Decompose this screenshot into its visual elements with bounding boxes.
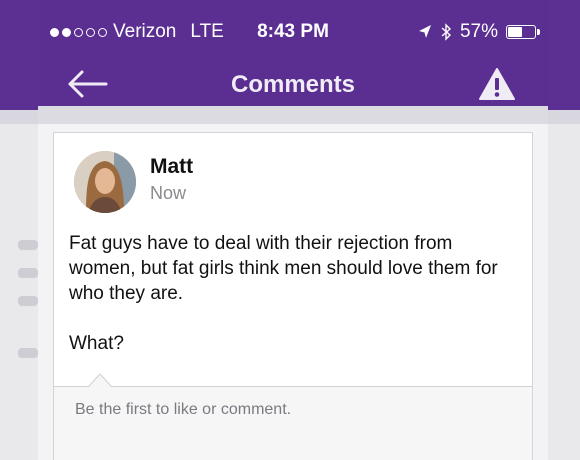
warning-icon <box>479 68 515 100</box>
post-card: Matt Now Fat guys have to deal with thei… <box>53 132 533 460</box>
comment-pointer-caret <box>88 373 112 388</box>
comments-section <box>54 387 532 460</box>
status-indicators: 57% <box>418 21 540 43</box>
page-title: Comments <box>230 71 356 98</box>
location-arrow-icon <box>418 25 431 38</box>
battery-nub <box>537 29 540 35</box>
author-name[interactable]: Matt <box>150 155 193 179</box>
battery-icon <box>506 25 540 39</box>
post-text-paragraph: What? <box>69 333 124 354</box>
avatar[interactable] <box>74 151 136 213</box>
report-button[interactable] <box>478 66 516 102</box>
background-text-line <box>18 268 38 278</box>
divider <box>54 386 532 387</box>
background-text-line <box>18 240 38 250</box>
post-timestamp: Now <box>150 183 187 203</box>
header-shadow <box>38 106 548 124</box>
background-text-line <box>18 296 38 306</box>
profile-photo <box>74 151 136 213</box>
phone-screen: Verizon LTE 8:43 PM 57% Comments Matt No… <box>38 0 548 460</box>
background-text-line <box>18 348 38 358</box>
bluetooth-icon <box>441 23 451 41</box>
post-body: Fat guys have to deal with their rejecti… <box>69 231 519 356</box>
post-text-paragraph: Fat guys have to deal with their rejecti… <box>69 233 498 304</box>
battery-fill <box>508 27 522 37</box>
battery-percentage: 57% <box>459 21 498 42</box>
navigation-bar: Comments <box>38 62 548 106</box>
status-bar: Verizon LTE 8:43 PM 57% <box>38 0 548 62</box>
empty-comments-prompt[interactable]: Be the first to like or comment. <box>75 401 291 419</box>
